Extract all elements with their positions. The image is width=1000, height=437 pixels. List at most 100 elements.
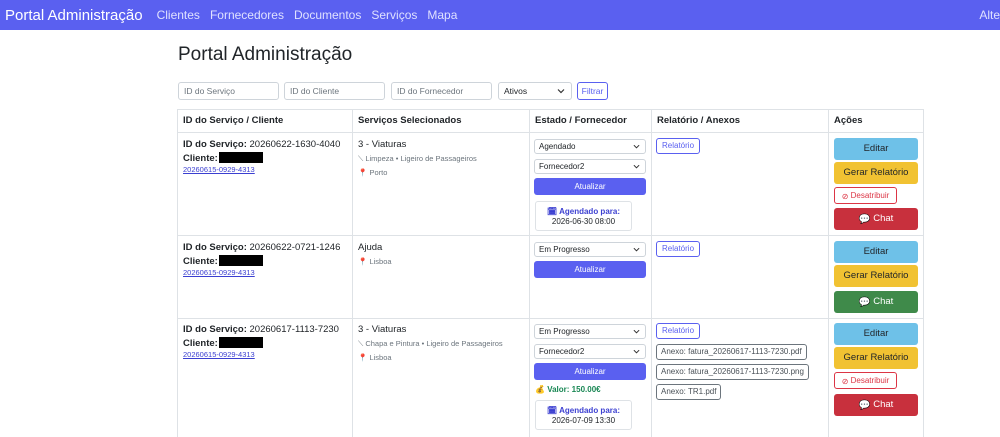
scheduled-label: Agendado para:	[559, 207, 620, 216]
filter-button[interactable]: Filtrar	[577, 82, 608, 100]
supplier-id-filter-input[interactable]: ID do Fornecedor	[391, 82, 492, 100]
redacted-client-name	[218, 255, 263, 266]
redacted-client-name	[218, 152, 263, 163]
nav-link-servicos[interactable]: Serviços	[371, 8, 417, 22]
supplier-select[interactable]: Fornecedor2	[534, 159, 646, 174]
unassign-label: Desatribuir	[850, 376, 890, 385]
edit-button[interactable]: Editar	[834, 138, 918, 160]
status-filter-value: Ativos	[504, 86, 528, 96]
table-row: ID do Serviço: 20260622-0721-1246 Client…	[183, 242, 340, 277]
nav-link-documentos[interactable]: Documentos	[294, 8, 361, 22]
services-cell: 3 - Viaturas ⟍ Limpeza • Ligeiro de Pass…	[358, 139, 477, 177]
chat-button[interactable]: 💬 Chat	[834, 291, 918, 313]
attachment-link[interactable]: Anexo: fatura_20260617-1113-7230.png	[656, 364, 809, 380]
chat-icon: 💬	[858, 214, 871, 225]
report-button[interactable]: Relatório	[656, 241, 701, 257]
update-button[interactable]: Atualizar	[534, 178, 646, 195]
nav-link-clientes[interactable]: Clientes	[157, 8, 200, 22]
supplier-select-value: Fornecedor2	[539, 347, 585, 356]
calendar-icon: 🗓	[547, 406, 558, 415]
client-label: Cliente:	[183, 338, 218, 349]
status-select[interactable]: Em Progresso	[534, 324, 646, 339]
edit-button[interactable]: Editar	[834, 241, 918, 263]
pin-icon: 📍	[358, 353, 368, 362]
status-select[interactable]: Em Progresso	[534, 242, 646, 257]
status-filter-select[interactable]: Ativos	[498, 82, 572, 100]
attachment-link[interactable]: Anexo: TR1.pdf	[656, 384, 722, 400]
report-button[interactable]: Relatório	[656, 138, 701, 154]
brand[interactable]: Portal Administração	[5, 7, 143, 24]
value-display: 💰 Valor: 150.00€	[535, 385, 601, 394]
ban-icon: ⊘	[841, 377, 849, 386]
ban-icon: ⊘	[841, 192, 849, 201]
chat-button[interactable]: 💬 Chat	[834, 394, 918, 416]
service-id-value: 20260617-1113-7230	[249, 324, 339, 335]
client-label: Cliente:	[183, 256, 218, 267]
value-amount: 150.00€	[571, 385, 601, 394]
client-label: Cliente:	[183, 153, 218, 164]
scheduled-box: 🗓 Agendado para: 2026-07-09 13:30	[535, 400, 632, 430]
chat-button[interactable]: 💬 Chat	[834, 208, 918, 230]
attachment-link[interactable]: Anexo: fatura_20260617-1113-7230.pdf	[656, 344, 807, 360]
scheduled-datetime: 2026-07-09 13:30	[551, 416, 616, 425]
edit-button[interactable]: Editar	[834, 323, 918, 345]
report-button[interactable]: Relatório	[656, 323, 701, 339]
update-button[interactable]: Atualizar	[534, 261, 646, 278]
header-selected-services: Serviços Selecionados	[358, 115, 462, 126]
services-title: 3 - Viaturas	[358, 324, 407, 335]
chat-icon: 💬	[858, 297, 871, 308]
services-detail: Limpeza • Ligeiro de Passageiros	[365, 154, 477, 163]
chat-icon: 💬	[858, 400, 871, 411]
status-select[interactable]: Agendado	[534, 139, 646, 154]
status-select-value: Em Progresso	[539, 245, 590, 254]
service-id-value: 20260622-1630-4040	[249, 139, 341, 150]
service-id-label: ID do Serviço:	[183, 139, 247, 150]
chat-label: Chat	[873, 399, 894, 410]
nav-right-link[interactable]: Alte	[979, 0, 1000, 30]
nav-link-mapa[interactable]: Mapa	[427, 8, 457, 22]
supplier-select-value: Fornecedor2	[539, 162, 585, 171]
client-link[interactable]: 20260615-0929-4313	[183, 350, 339, 359]
services-cell: Ajuda 📍 Lisboa	[358, 242, 392, 266]
table-row: ID do Serviço: 20260617-1113-7230 Client…	[183, 324, 339, 359]
location: Lisboa	[369, 257, 392, 266]
wrench-icon: ⟍	[358, 154, 364, 163]
chevron-down-icon	[633, 247, 640, 252]
header-service-client: ID do Serviço / Cliente	[183, 115, 284, 126]
services-cell: 3 - Viaturas ⟍ Chapa e Pintura • Ligeiro…	[358, 324, 503, 362]
service-id-label: ID do Serviço:	[183, 242, 247, 253]
update-button[interactable]: Atualizar	[534, 363, 646, 380]
header-report-attachments: Relatório / Anexos	[657, 115, 741, 126]
services-title: Ajuda	[358, 242, 383, 253]
client-link[interactable]: 20260615-0929-4313	[183, 268, 340, 277]
generate-report-button[interactable]: Gerar Relatório	[834, 162, 918, 184]
chevron-down-icon	[633, 329, 640, 334]
chat-label: Chat	[873, 296, 894, 307]
location: Lisboa	[369, 353, 392, 362]
services-detail: Chapa e Pintura • Ligeiro de Passageiros	[365, 339, 503, 348]
supplier-select[interactable]: Fornecedor2	[534, 344, 646, 359]
chevron-down-icon	[633, 164, 640, 169]
location: Porto	[369, 168, 388, 177]
services-title: 3 - Viaturas	[358, 139, 407, 150]
wrench-icon: ⟍	[358, 339, 364, 348]
chevron-down-icon	[633, 144, 640, 149]
header-actions: Ações	[834, 115, 863, 126]
generate-report-button[interactable]: Gerar Relatório	[834, 347, 918, 369]
chevron-down-icon	[633, 349, 640, 354]
client-id-filter-input[interactable]: ID do Cliente	[284, 82, 385, 100]
scheduled-datetime: 2026-06-30 08:00	[551, 217, 616, 226]
navbar: Portal Administração Clientes Fornecedor…	[0, 0, 1000, 30]
service-id-filter-input[interactable]: ID do Serviço	[178, 82, 279, 100]
service-id-value: 20260622-0721-1246	[249, 242, 341, 253]
nav-link-fornecedores[interactable]: Fornecedores	[210, 8, 284, 22]
service-id-label: ID do Serviço:	[183, 324, 247, 335]
unassign-button[interactable]: ⊘ Desatribuir	[834, 372, 897, 389]
client-link[interactable]: 20260615-0929-4313	[183, 165, 340, 174]
unassign-button[interactable]: ⊘ Desatribuir	[834, 187, 897, 204]
scheduled-box: 🗓 Agendado para: 2026-06-30 08:00	[535, 201, 632, 231]
status-select-value: Agendado	[539, 142, 576, 151]
generate-report-button[interactable]: Gerar Relatório	[834, 265, 918, 287]
header-status-supplier: Estado / Fornecedor	[535, 115, 627, 126]
table-row: ID do Serviço: 20260622-1630-4040 Client…	[183, 139, 340, 174]
